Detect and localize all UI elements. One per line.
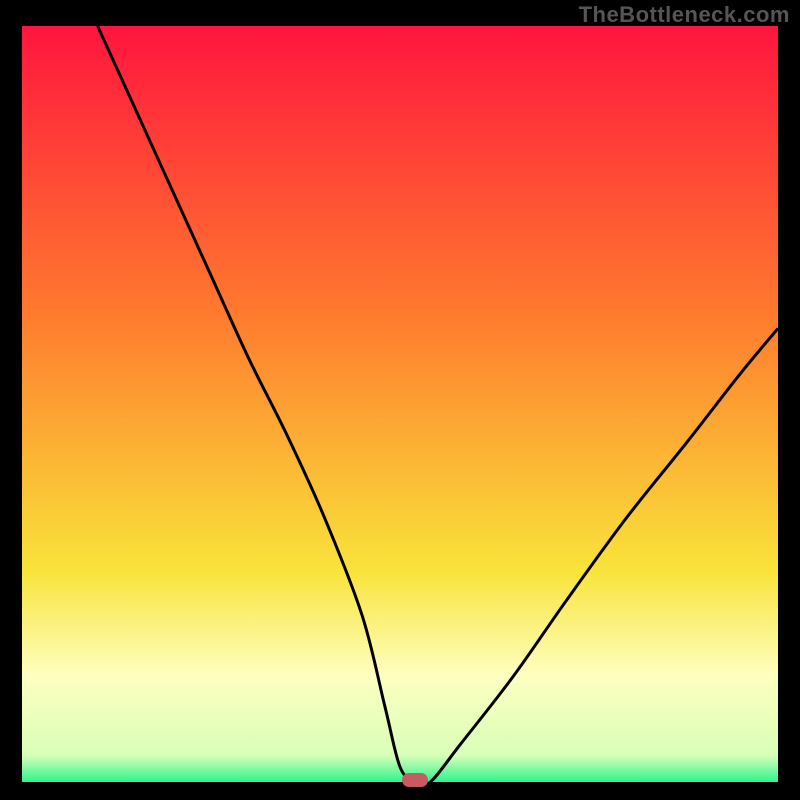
plot-area bbox=[22, 26, 778, 782]
chart-frame: TheBottleneck.com bbox=[0, 0, 800, 800]
gradient-rect bbox=[22, 26, 778, 782]
watermark-text: TheBottleneck.com bbox=[579, 2, 790, 28]
plot-svg bbox=[22, 26, 778, 782]
optimum-marker bbox=[402, 773, 428, 787]
